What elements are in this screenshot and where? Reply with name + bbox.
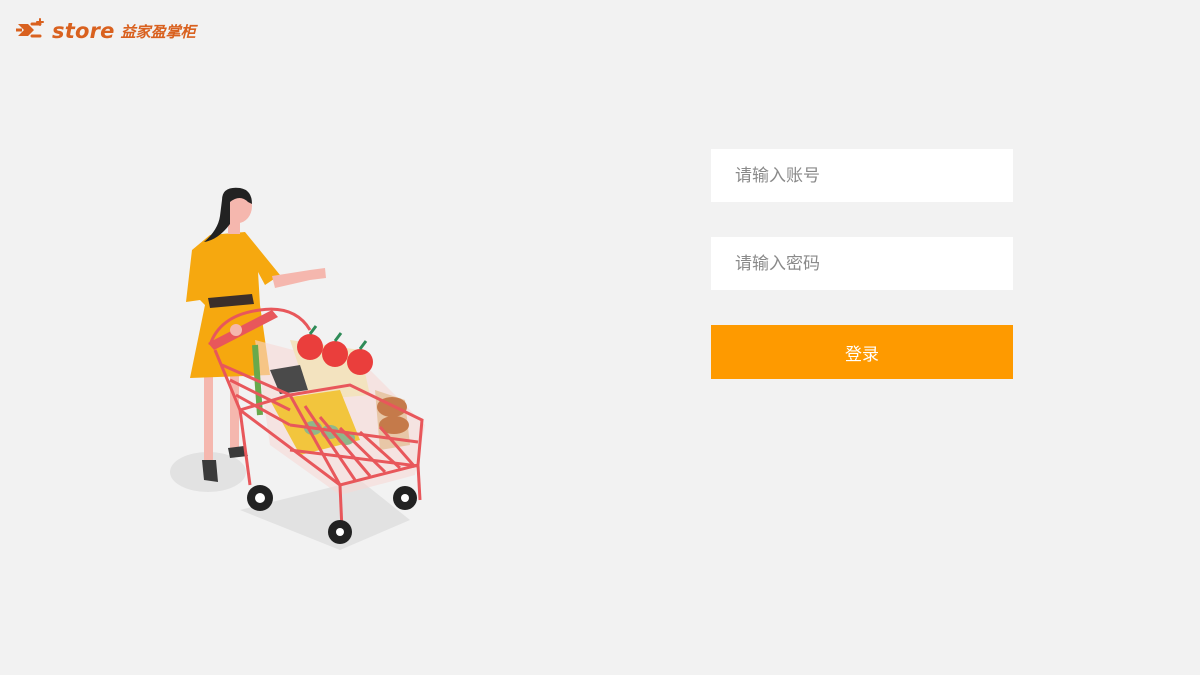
account-field-wrapper (711, 149, 1013, 202)
password-input[interactable] (733, 252, 991, 275)
login-form: 登录 (711, 149, 1013, 379)
brand-logo: store 益家盈掌柜 (14, 16, 196, 46)
login-button[interactable]: 登录 (711, 325, 1013, 379)
shopping-woman-illustration (170, 187, 425, 550)
brand-name-cn: 益家盈掌柜 (120, 22, 196, 41)
logo-arrow-icon (16, 18, 44, 38)
account-input[interactable] (733, 164, 991, 187)
password-field-wrapper (711, 237, 1013, 290)
brand-name: store (52, 19, 115, 43)
